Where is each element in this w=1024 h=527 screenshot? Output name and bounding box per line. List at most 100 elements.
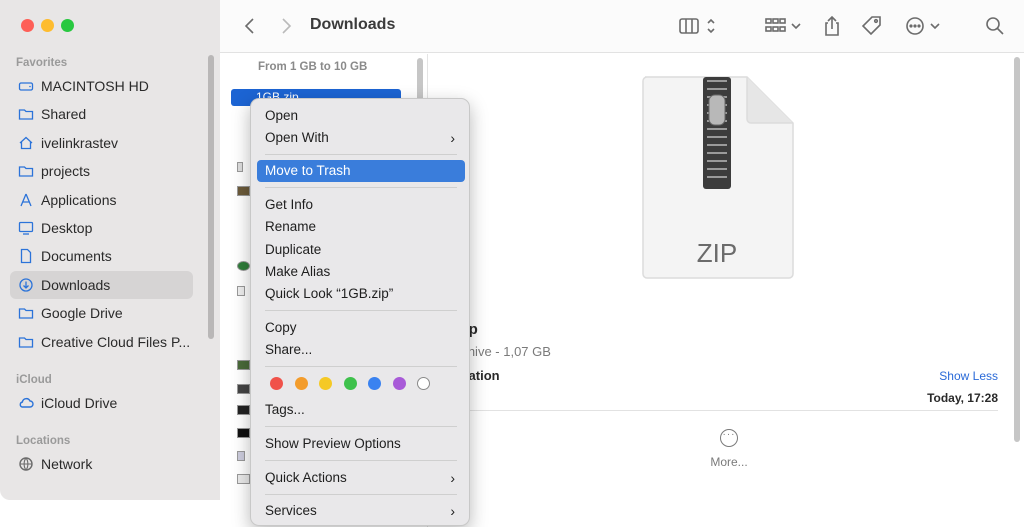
menu-item-duplicate[interactable]: Duplicate	[257, 239, 465, 261]
cloud-icon	[18, 395, 34, 411]
sidebar-item-applications[interactable]: Applications	[10, 186, 193, 214]
chevron-left-icon	[244, 18, 254, 34]
sidebar-item-label: MACINTOSH HD	[41, 78, 149, 94]
tag-color-dot[interactable]	[294, 377, 308, 390]
menu-item-copy[interactable]: Copy	[257, 317, 465, 339]
file-thumbnail[interactable]	[237, 286, 245, 296]
tag-color-dot[interactable]	[319, 377, 332, 390]
menu-item-make-alias[interactable]: Make Alias	[257, 261, 465, 283]
sidebar-item-icloud-drive[interactable]: iCloud Drive	[10, 389, 193, 417]
file-thumbnail[interactable]	[237, 162, 243, 172]
tag-color-dot[interactable]	[270, 377, 283, 390]
folder-icon	[18, 163, 34, 179]
tag-color-dot[interactable]	[392, 377, 406, 390]
menu-item-rename[interactable]: Rename	[257, 216, 465, 238]
menu-item-tags[interactable]: Tags...	[257, 399, 465, 421]
folder-icon	[18, 305, 34, 321]
sidebar-item-shared[interactable]: Shared	[10, 100, 193, 128]
drive-icon	[18, 78, 34, 94]
sidebar-item-downloads[interactable]: Downloads	[10, 270, 193, 299]
tag-button[interactable]	[861, 14, 883, 38]
file-thumbnail[interactable]	[237, 360, 250, 370]
share-button[interactable]	[822, 14, 842, 38]
menu-separator	[265, 494, 457, 495]
sidebar-item-macintosh-hd[interactable]: MACINTOSH HD	[10, 72, 193, 100]
download-icon	[18, 277, 34, 293]
sidebar-item-label: projects	[41, 163, 91, 180]
file-thumbnail[interactable]	[237, 451, 245, 461]
menu-item-label: Quick Look “1GB.zip”	[265, 286, 394, 301]
menu-item-move-to-trash[interactable]: Move to Trash	[257, 160, 465, 182]
view-mode-button[interactable]	[678, 14, 720, 38]
columns-view-icon	[679, 18, 715, 34]
applications-icon	[18, 192, 34, 208]
window-title: Downloads	[310, 16, 396, 33]
chevron-right-icon	[282, 18, 292, 34]
menu-item-label: Share...	[265, 342, 313, 357]
ellipsis-circle-icon: ···	[720, 429, 738, 447]
context-menu: Open Open With › Move to Trash Get Info R…	[250, 98, 470, 526]
grid-icon	[765, 18, 801, 32]
menu-separator	[265, 310, 457, 311]
menu-item-label: Quick Actions	[265, 470, 347, 485]
sidebar-item-label: Shared	[41, 106, 87, 123]
sidebar-item-ivelinkrastev[interactable]: ivelinkrastev	[10, 129, 193, 157]
globe-icon	[18, 456, 34, 472]
group-button[interactable]	[764, 14, 804, 38]
file-thumbnail[interactable]	[237, 405, 250, 415]
action-menu-button[interactable]	[904, 14, 944, 38]
favorites-section-label: Favorites	[16, 57, 68, 69]
menu-item-quick-actions[interactable]: Quick Actions ›	[257, 467, 465, 489]
divider	[457, 410, 998, 411]
zoom-window-button[interactable]	[61, 19, 74, 32]
sidebar-item-label: Network	[41, 456, 93, 472]
sidebar-item-google-drive[interactable]: Google Drive	[10, 299, 193, 327]
menu-item-label: Open	[265, 108, 299, 123]
menu-item-show-preview-options[interactable]: Show Preview Options	[257, 433, 465, 455]
menu-separator	[265, 366, 457, 367]
file-thumbnail[interactable]	[237, 384, 250, 394]
minimize-window-button[interactable]	[41, 19, 54, 32]
menu-item-quick-look[interactable]: Quick Look “1GB.zip”	[257, 283, 465, 305]
menu-item-services[interactable]: Services ›	[257, 500, 465, 522]
sidebar-scrollbar[interactable]	[208, 55, 214, 339]
sidebar-item-label: Creative Cloud Files P...	[41, 333, 191, 350]
menu-item-open[interactable]: Open	[257, 105, 465, 127]
menu-separator	[265, 426, 457, 427]
search-button[interactable]	[984, 14, 1006, 38]
sidebar-item-documents[interactable]: Documents	[10, 242, 193, 270]
folder-icon	[18, 106, 34, 122]
file-thumbnail[interactable]	[237, 186, 250, 196]
file-thumbnail[interactable]	[237, 428, 250, 438]
menu-separator	[265, 187, 457, 188]
menu-item-label: Rename	[265, 219, 317, 234]
back-button[interactable]	[240, 14, 260, 38]
menu-item-label: Get Info	[265, 197, 314, 212]
tag-color-dot[interactable]	[417, 377, 430, 390]
tag-color-dot[interactable]	[368, 377, 381, 390]
preview-scrollbar[interactable]	[1014, 57, 1020, 442]
menu-item-label: Duplicate	[265, 242, 322, 257]
file-thumbnail[interactable]	[237, 474, 250, 484]
more-button[interactable]: ··· More...	[699, 429, 759, 469]
sidebar-item-network[interactable]: Network	[10, 450, 193, 478]
menu-item-label: Copy	[265, 320, 297, 335]
chevron-right-icon: ›	[450, 503, 455, 519]
forward-button[interactable]	[276, 14, 296, 38]
sidebar-item-creative-cloud-files-p[interactable]: Creative Cloud Files P...	[10, 328, 193, 356]
menu-item-open-with[interactable]: Open With ›	[257, 127, 465, 149]
chevron-right-icon: ›	[450, 470, 455, 486]
file-thumbnail[interactable]	[237, 261, 250, 271]
sidebar-item-projects[interactable]: projects	[10, 157, 193, 185]
menu-item-share[interactable]: Share...	[257, 339, 465, 361]
show-less-link[interactable]: Show Less	[939, 369, 998, 383]
sidebar-item-label: Documents	[41, 248, 112, 265]
close-window-button[interactable]	[21, 19, 34, 32]
menu-item-label: Make Alias	[265, 264, 331, 279]
menu-item-get-info[interactable]: Get Info	[257, 194, 465, 216]
sidebar-item-desktop[interactable]: Desktop	[10, 214, 193, 242]
sidebar: Favorites MACINTOSH HD Shared ivelinkraste…	[0, 0, 220, 500]
desktop-icon	[18, 220, 34, 236]
tag-color-dot[interactable]	[343, 377, 357, 390]
menu-item-label: Move to Trash	[265, 163, 351, 178]
